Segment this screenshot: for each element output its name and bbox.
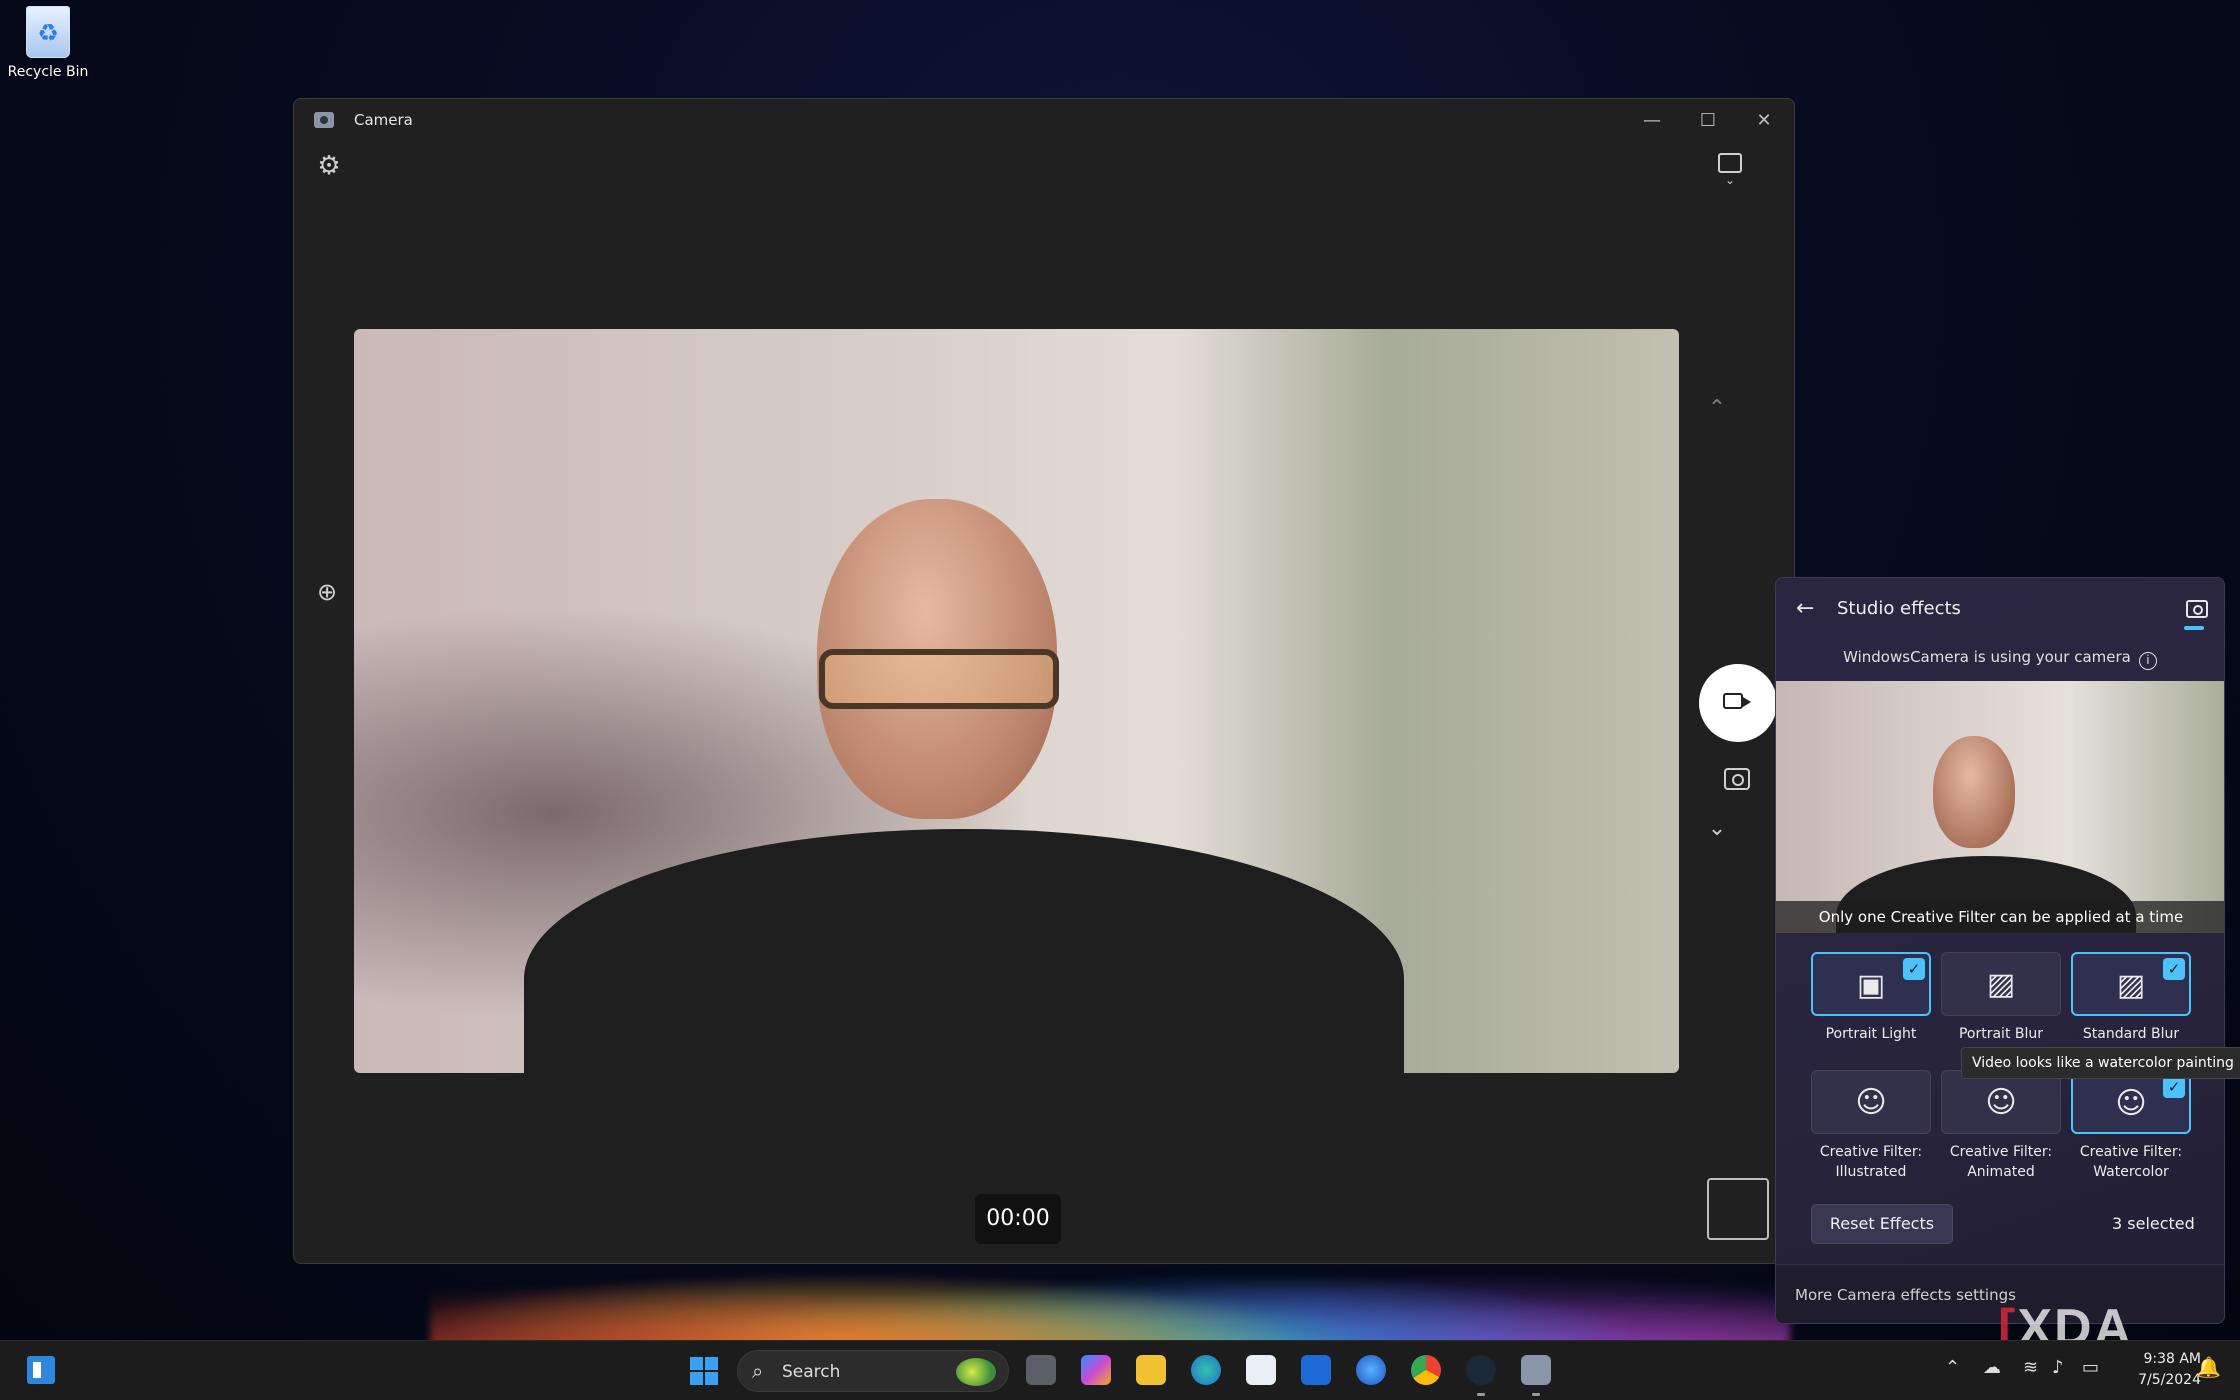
clock[interactable]: 9:38 AM 7/5/2024 [2125, 1349, 2201, 1391]
preview-head [1933, 736, 2015, 848]
search-highlight-icon [956, 1358, 996, 1386]
camera-app-icon [314, 112, 334, 128]
close-button[interactable]: ✕ [1736, 99, 1792, 143]
effect-creative-illustrated[interactable]: ☺ [1811, 1070, 1931, 1134]
gallery-icon [1718, 153, 1742, 173]
volume-icon[interactable]: ♪ [2052, 1357, 2064, 1378]
chrome-icon[interactable] [1411, 1355, 1441, 1385]
onedrive-icon[interactable]: ☁ [1983, 1357, 2001, 1378]
taskbar: ⌕ Search ⌃ ☁ ≋ ♪ ▭ 9:38 AM 7/5/2024 🔔 [0, 1340, 2240, 1400]
effect-label: Creative Filter: Watercolor [2079, 1144, 2183, 1180]
search-box[interactable]: ⌕ Search [737, 1350, 1009, 1392]
title-bar: Camera — ☐ ✕ [294, 99, 1794, 143]
effect-label: Portrait Blur [1958, 1026, 2044, 1042]
minimize-button[interactable]: — [1624, 99, 1680, 143]
creative-filter-note: Only one Creative Filter can be applied … [1776, 901, 2224, 933]
wifi-icon[interactable]: ≋ [2023, 1357, 2038, 1378]
check-icon: ✓ [2163, 958, 2185, 980]
check-icon: ✓ [2163, 1076, 2185, 1098]
studio-effects-panel: ← Studio effects WindowsCamera is using … [1775, 577, 2225, 1324]
clock-time: 9:38 AM [2143, 1351, 2201, 1367]
selected-indicator [2184, 626, 2204, 630]
photo-mode-icon[interactable] [1724, 768, 1750, 790]
recycle-bin-label: Recycle Bin [7, 64, 89, 80]
settings-gear-icon[interactable]: ⚙ [314, 151, 344, 181]
effect-label: Standard Blur [2082, 1026, 2180, 1042]
file-explorer-icon[interactable] [1136, 1355, 1166, 1385]
recycle-bin-icon [26, 6, 70, 58]
video-camera-icon [1723, 693, 1751, 709]
widgets-icon[interactable] [27, 1356, 55, 1384]
selected-count: 3 selected [2112, 1214, 2195, 1233]
chevron-up-icon[interactable]: ⌃ [1705, 398, 1729, 420]
maximize-button[interactable]: ☐ [1680, 99, 1736, 143]
chevron-down-icon[interactable]: ⌄ [1705, 818, 1729, 840]
effect-label: Creative Filter: Animated [1949, 1144, 2053, 1180]
myhp-icon[interactable] [1301, 1355, 1331, 1385]
window-title: Camera [354, 111, 413, 129]
reset-effects-button[interactable]: Reset Effects [1811, 1204, 1953, 1244]
effect-label: Portrait Light [1825, 1026, 1917, 1042]
start-button[interactable] [690, 1357, 718, 1385]
effect-creative-animated[interactable]: ☺ [1941, 1070, 2061, 1134]
info-icon[interactable]: i [2138, 652, 2157, 670]
effect-creative-watercolor[interactable]: ☺ ✓ [2071, 1070, 2191, 1134]
subject-shirt [524, 829, 1404, 1073]
effect-standard-blur[interactable]: ▨ ✓ [2071, 952, 2191, 1016]
effect-portrait-light[interactable]: ▣ ✓ [1811, 952, 1931, 1016]
recording-timer: 00:00 [975, 1194, 1061, 1244]
search-icon: ⌕ [752, 1359, 764, 1383]
tray-overflow-chevron-icon[interactable]: ⌃ [1945, 1357, 1960, 1378]
panel-title: Studio effects [1837, 598, 1961, 619]
gallery-button[interactable]: ⌄ [1712, 151, 1748, 193]
notification-bell-icon[interactable]: 🔔 [2196, 1355, 2221, 1379]
camera-icon[interactable] [2186, 600, 2208, 618]
chevron-down-icon: ⌄ [1724, 173, 1736, 187]
camera-status-text: WindowsCamera is using your camera [1843, 648, 2131, 666]
copilot-icon[interactable] [1081, 1355, 1111, 1385]
recycle-bin-shortcut[interactable]: Recycle Bin [4, 6, 92, 80]
back-arrow-icon[interactable]: ← [1796, 596, 1814, 621]
check-icon: ✓ [1903, 958, 1925, 980]
effect-label: Creative Filter: Illustrated [1819, 1144, 1923, 1180]
zoom-icon[interactable]: ⊕ [312, 577, 342, 607]
battery-icon[interactable]: ▭ [2082, 1357, 2099, 1378]
effects-preview: Only one Creative Filter can be applied … [1776, 681, 2224, 933]
more-camera-effects-link[interactable]: More Camera effects settings [1795, 1286, 2016, 1304]
camera-status: WindowsCamera is using your camera i [1776, 648, 2224, 670]
camera-window: Camera — ☐ ✕ ⚙ ⌄ ⊕ ⌃ ⌄ 00:00 [293, 98, 1795, 1264]
tooltip: Video looks like a watercolor painting [1961, 1047, 2240, 1079]
microsoft-store-icon[interactable] [1246, 1355, 1276, 1385]
edge-beta-icon[interactable] [1356, 1355, 1386, 1385]
subject-glasses [819, 649, 1059, 709]
creative-filter-icon: ☺ [1855, 1085, 1887, 1120]
portrait-blur-icon: ▨ [1986, 967, 2016, 1002]
clock-date: 7/5/2024 [2138, 1372, 2201, 1388]
task-view-icon[interactable] [1026, 1355, 1056, 1385]
search-label: Search [782, 1362, 841, 1382]
camera-preview [354, 329, 1679, 1073]
edge-icon[interactable] [1191, 1355, 1221, 1385]
camera-app-taskbar-icon[interactable] [1521, 1355, 1551, 1396]
video-record-button[interactable] [1699, 664, 1777, 742]
creative-filter-animated-icon: ☺ [1985, 1085, 2017, 1120]
last-capture-thumbnail[interactable] [1707, 1178, 1769, 1240]
steam-icon[interactable] [1466, 1355, 1496, 1396]
effect-portrait-blur[interactable]: ▨ [1941, 952, 2061, 1016]
